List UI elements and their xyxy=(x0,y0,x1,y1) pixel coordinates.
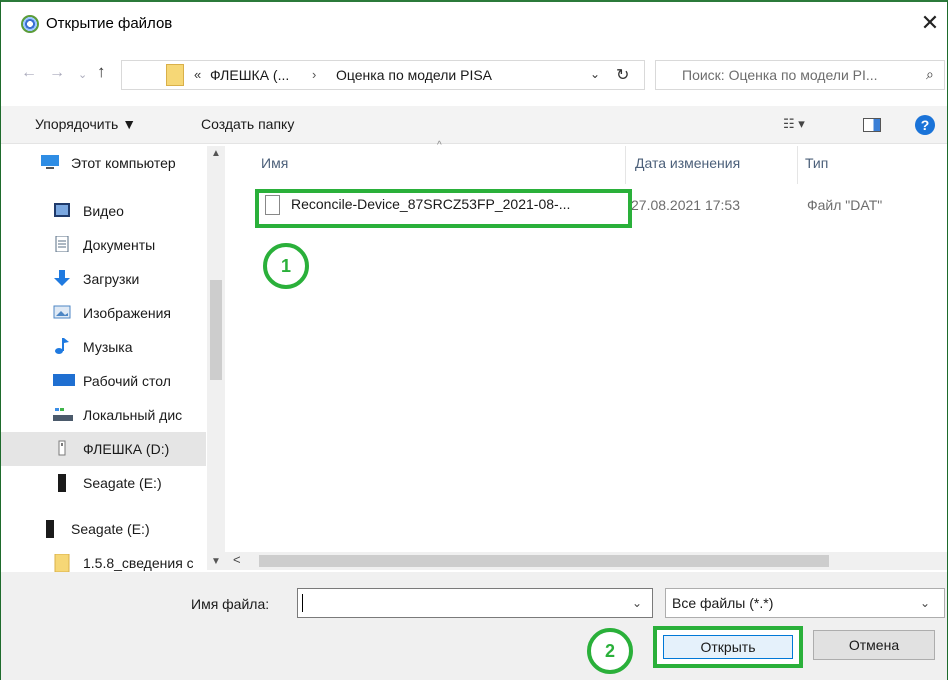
refresh-button[interactable]: ↻ xyxy=(616,65,629,85)
filename-label: Имя файла: xyxy=(191,596,270,612)
sidebar-item-label: ФЛЕШКА (D:) xyxy=(83,441,170,457)
sidebar-item-downloads[interactable]: Загрузки xyxy=(1,262,206,296)
file-type: Файл "DAT" xyxy=(807,197,883,213)
organize-button[interactable]: Упорядочить ▼ xyxy=(35,116,136,132)
local-disk-icon xyxy=(53,406,73,422)
text-caret xyxy=(302,594,303,612)
desktop-icon xyxy=(53,372,75,388)
sidebar-item-video[interactable]: Видео xyxy=(1,194,206,228)
window-title: Открытие файлов xyxy=(46,15,173,32)
sidebar-item-seagate[interactable]: Seagate (E:) xyxy=(1,466,206,500)
sidebar-item-label: Локальный дис xyxy=(83,407,183,423)
back-button[interactable]: ← xyxy=(21,64,37,82)
new-folder-button[interactable]: Создать папку xyxy=(201,116,294,132)
navigation-bar: ← → ⌄ ↑ « ФЛЕШКА (... › Оценка по модели… xyxy=(1,54,947,98)
sidebar-item-label: Изображения xyxy=(83,305,171,321)
drive-icon xyxy=(53,474,71,492)
dialog-footer: Имя файла: ⌄ Все файлы (*.*) ⌄ Открыть О… xyxy=(1,572,947,680)
cancel-button[interactable]: Отмена xyxy=(813,630,935,660)
sidebar-item-pictures[interactable]: Изображения xyxy=(1,296,206,330)
filename-dropdown-icon[interactable]: ⌄ xyxy=(632,596,642,610)
preview-pane-icon[interactable] xyxy=(863,118,881,132)
command-toolbar: Упорядочить ▼ Создать папку ☷ ▾ ? xyxy=(1,106,947,144)
column-divider[interactable] xyxy=(625,146,626,184)
help-icon[interactable]: ? xyxy=(915,115,935,135)
sidebar-item-label: Рабочий стол xyxy=(83,373,171,389)
sidebar-scrollbar[interactable]: ▲ ▼ xyxy=(207,146,225,570)
address-bar[interactable]: « ФЛЕШКА (... › Оценка по модели PISA ⌄ … xyxy=(121,60,645,90)
title-bar: Открытие файлов ✕ xyxy=(1,2,947,46)
sidebar-item-documents[interactable]: Документы xyxy=(1,228,206,262)
scrollbar-thumb[interactable] xyxy=(259,555,829,567)
sidebar-item-label: Загрузки xyxy=(83,271,140,287)
downloads-icon xyxy=(53,270,71,286)
file-type-select[interactable]: Все файлы (*.*) ⌄ xyxy=(665,588,945,618)
address-dropdown-button[interactable]: ⌄ xyxy=(590,67,600,81)
usb-drive-icon xyxy=(53,440,71,456)
sidebar-item-seagate-root[interactable]: Seagate (E:) xyxy=(1,512,206,546)
highlight-box-file xyxy=(255,189,632,228)
scroll-left-arrow[interactable]: < xyxy=(233,552,241,567)
folder-icon xyxy=(53,553,71,573)
view-options-icon[interactable]: ☷ ▾ xyxy=(783,116,805,132)
scrollbar-thumb[interactable] xyxy=(210,280,222,380)
column-header-name[interactable]: Имя xyxy=(261,155,288,171)
sidebar-item-this-pc[interactable]: Этот компьютер xyxy=(1,146,206,180)
sidebar-item-label: Seagate (E:) xyxy=(83,475,162,491)
file-date: 27.08.2021 17:53 xyxy=(631,197,740,213)
breadcrumb-item-drive[interactable]: ФЛЕШКА (... xyxy=(210,67,289,83)
sidebar-item-label: Музыка xyxy=(83,339,133,355)
file-list-hscrollbar[interactable]: < xyxy=(225,552,947,570)
sidebar-item-local-disk[interactable]: Локальный дис xyxy=(1,398,206,432)
computer-icon xyxy=(41,154,59,170)
up-button[interactable]: ↑ xyxy=(97,62,106,82)
breadcrumb-item-folder[interactable]: Оценка по модели PISA xyxy=(336,67,492,83)
file-type-value: Все файлы (*.*) xyxy=(672,595,774,611)
sort-indicator-icon: ^ xyxy=(437,140,442,151)
sidebar-item-label: Видео xyxy=(83,203,124,219)
filename-input[interactable]: ⌄ xyxy=(297,588,653,618)
close-button[interactable]: ✕ xyxy=(915,10,945,38)
video-icon xyxy=(53,202,71,218)
sidebar-item-label: Этот компьютер xyxy=(71,155,176,171)
column-divider[interactable] xyxy=(797,146,798,184)
open-button[interactable]: Открыть xyxy=(663,635,793,659)
sidebar-item-music[interactable]: Музыка xyxy=(1,330,206,364)
app-icon xyxy=(21,15,39,33)
breadcrumb-overflow[interactable]: « xyxy=(194,67,201,82)
sidebar-item-usb-drive[interactable]: ФЛЕШКА (D:) xyxy=(1,432,206,466)
scroll-up-arrow[interactable]: ▲ xyxy=(211,148,221,159)
highlight-box-open: Открыть xyxy=(653,626,803,668)
sidebar-item-label: Документы xyxy=(83,237,156,253)
drive-icon xyxy=(41,520,59,538)
recent-locations-button[interactable]: ⌄ xyxy=(78,68,87,81)
search-placeholder: Поиск: Оценка по модели PI... xyxy=(682,67,878,83)
music-icon xyxy=(53,338,71,354)
sidebar-item-label: Seagate (E:) xyxy=(71,521,150,537)
step-badge-2: 2 xyxy=(587,628,633,674)
navigation-pane: Этот компьютер Видео Документы Загрузки … xyxy=(1,146,225,573)
folder-icon xyxy=(166,64,184,86)
scroll-down-arrow[interactable]: ▼ xyxy=(211,556,221,567)
chevron-down-icon[interactable]: ⌄ xyxy=(920,596,930,610)
open-file-dialog: Открытие файлов ✕ ← → ⌄ ↑ « ФЛЕШКА (... … xyxy=(0,0,948,680)
column-header-date[interactable]: Дата изменения xyxy=(635,155,740,171)
sidebar-item-desktop[interactable]: Рабочий стол xyxy=(1,364,206,398)
sidebar-item-label: 1.5.8_сведения с xyxy=(83,555,193,571)
search-icon[interactable]: ⌕ xyxy=(926,66,934,83)
search-input[interactable]: Поиск: Оценка по модели PI... ⌕ xyxy=(655,60,945,90)
step-badge-1: 1 xyxy=(263,243,309,289)
documents-icon xyxy=(53,235,71,253)
forward-button[interactable]: → xyxy=(49,64,65,82)
pictures-icon xyxy=(53,304,71,320)
breadcrumb-separator[interactable]: › xyxy=(312,67,316,82)
column-header-type[interactable]: Тип xyxy=(805,155,828,171)
